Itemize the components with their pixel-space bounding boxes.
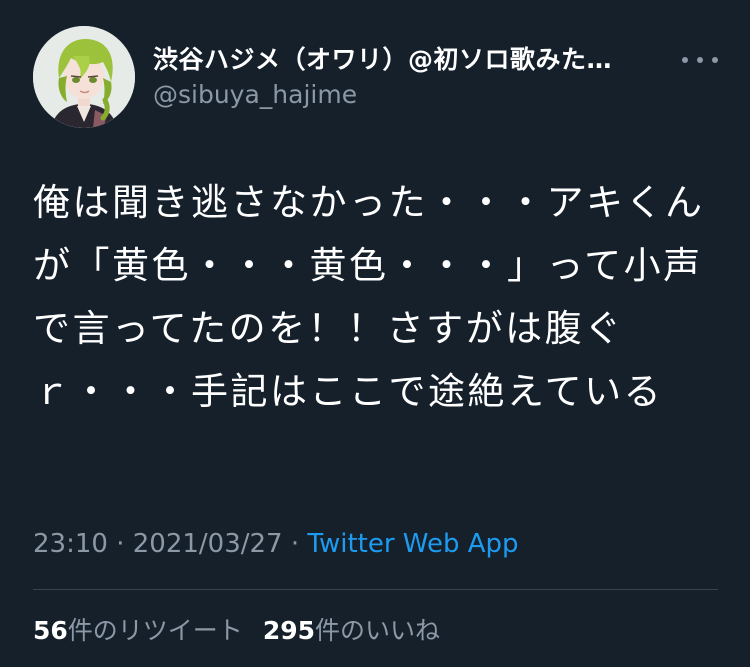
more-horizontal-icon-dot-2	[697, 57, 703, 63]
likes-stat[interactable]: 295件のいいね	[263, 616, 440, 645]
tweet-source-link[interactable]: Twitter Web App	[307, 529, 518, 559]
more-horizontal-icon-dot-3	[712, 57, 718, 63]
tweet-detail: 渋谷ハジメ（オワリ）@初ソロ歌みた… @sibuya_hajime 俺は聞き逃さ…	[0, 0, 750, 667]
more-options-button[interactable]	[682, 50, 718, 70]
tweet-text: 俺は聞き逃さなかった・・・アキくんが「黄色・・・黄色・・・」って小声で言ってたの…	[33, 181, 705, 413]
engagement-stats: 56件のリツイート 295件のいいね	[33, 611, 440, 647]
retweets-count: 56	[33, 616, 68, 645]
tweet-date[interactable]: 2021/03/27	[133, 529, 283, 559]
author-handle[interactable]: @sibuya_hajime	[153, 80, 357, 109]
meta-separator: ·	[116, 529, 133, 559]
retweets-stat[interactable]: 56件のリツイート	[33, 616, 243, 645]
more-horizontal-icon	[682, 57, 688, 63]
likes-count: 295	[262, 616, 315, 645]
tweet-metadata: 23:10 · 2021/03/27 · Twitter Web App	[33, 529, 519, 559]
likes-label: 件のいいね	[315, 616, 441, 645]
author-display-name[interactable]: 渋谷ハジメ（オワリ）@初ソロ歌みた…	[153, 40, 612, 76]
avatar[interactable]	[33, 26, 135, 128]
meta-separator-2: ·	[290, 529, 308, 559]
retweets-label: 件のリツイート	[67, 616, 243, 645]
divider	[33, 589, 718, 590]
tweet-time[interactable]: 23:10	[33, 529, 108, 559]
avatar-illustration	[33, 26, 135, 128]
